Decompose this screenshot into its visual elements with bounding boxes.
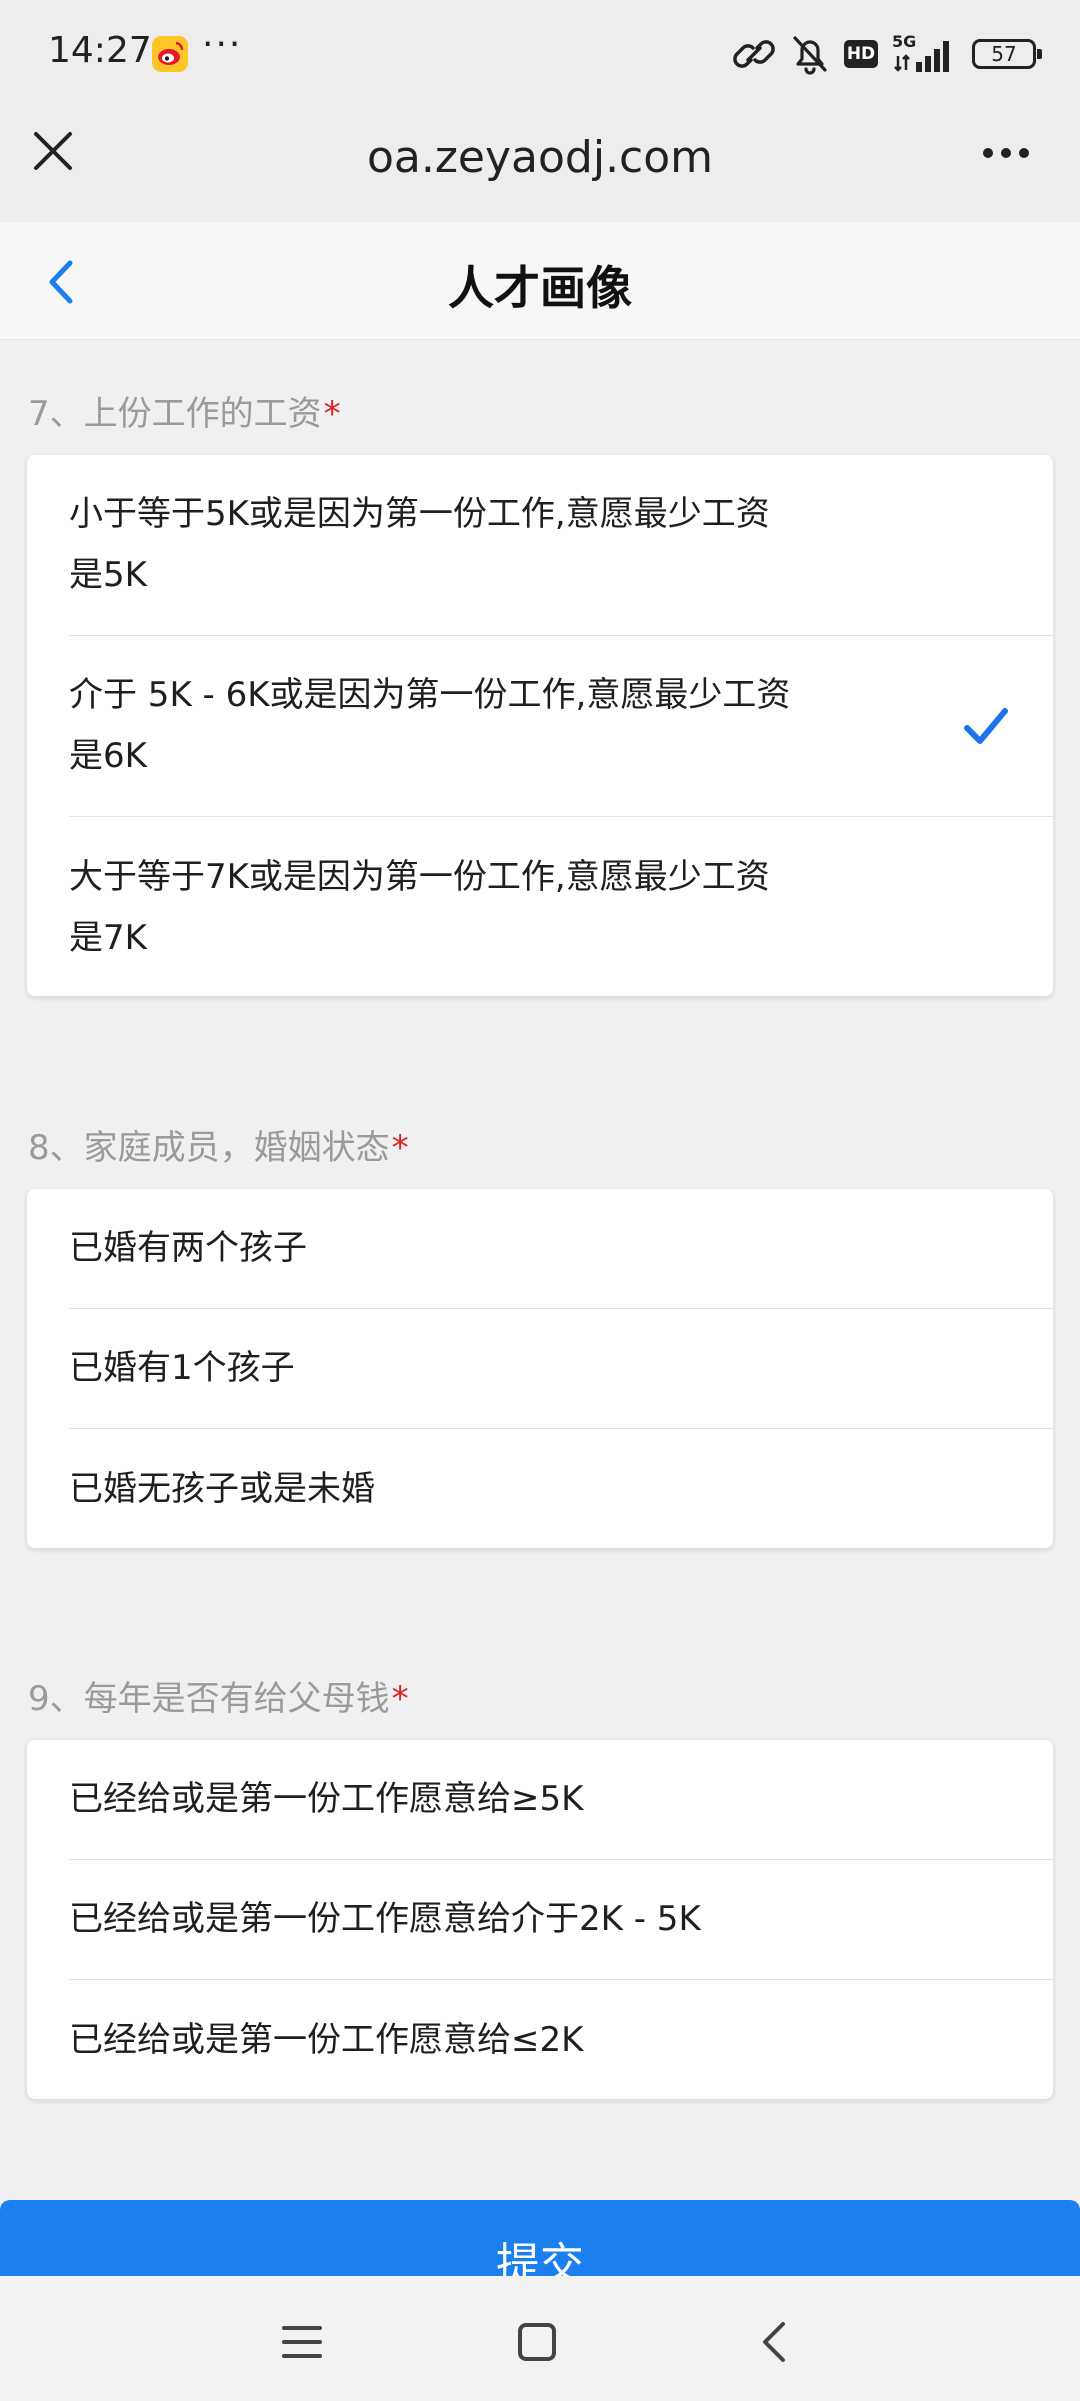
weibo-icon xyxy=(152,36,188,72)
check-icon xyxy=(964,708,1008,744)
screen: 14:27 ··· HD 5G 57 oa.zeyaodj.com 人才画像 7… xyxy=(0,0,1080,2401)
system-nav-bar xyxy=(0,2276,1080,2401)
link-icon xyxy=(733,40,775,68)
home-icon xyxy=(518,2323,556,2361)
option-parents-2k-5k[interactable]: 已经给或是第一份工作愿意给介于2K - 5K xyxy=(69,1860,1053,1980)
question-7-text: 7、上份工作的工资 xyxy=(28,394,322,434)
page-header: 人才画像 xyxy=(0,222,1080,340)
option-parents-over-5k[interactable]: 已经给或是第一份工作愿意给≥5K xyxy=(69,1740,1053,1860)
signal-icon: 5G xyxy=(892,32,958,76)
nav-menu-button[interactable] xyxy=(272,2312,332,2372)
question-9-title: 9、每年是否有给父母钱* xyxy=(28,1671,409,1720)
question-8-options: 已婚有两个孩子 已婚有1个孩子 已婚无孩子或是未婚 xyxy=(27,1189,1053,1548)
nav-home-button[interactable] xyxy=(507,2312,567,2372)
option-parents-under-2k[interactable]: 已经给或是第一份工作愿意给≤2K xyxy=(69,1980,1053,2099)
option-label: 大于等于7K或是因为第一份工作,意愿最少工资 是7K xyxy=(69,856,770,958)
option-married-two-children[interactable]: 已婚有两个孩子 xyxy=(69,1189,1053,1309)
browser-bar: oa.zeyaodj.com xyxy=(0,104,1080,222)
option-label: 已婚无孩子或是未婚 xyxy=(69,1468,375,1509)
option-label: 已婚有两个孩子 xyxy=(69,1228,307,1268)
hd-icon: HD xyxy=(844,40,878,68)
option-label: 已婚有1个孩子 xyxy=(69,1348,295,1388)
option-salary-7k[interactable]: 大于等于7K或是因为第一份工作,意愿最少工资 是7K xyxy=(69,817,1053,996)
question-8-text: 8、家庭成员，婚姻状态 xyxy=(28,1128,390,1168)
status-more-indicator: ··· xyxy=(202,24,243,65)
question-8-title: 8、家庭成员，婚姻状态* xyxy=(28,1120,409,1169)
required-mark: * xyxy=(323,394,341,434)
option-married-one-child[interactable]: 已婚有1个孩子 xyxy=(69,1309,1053,1429)
question-9-options: 已经给或是第一份工作愿意给≥5K 已经给或是第一份工作愿意给介于2K - 5K … xyxy=(27,1740,1053,2099)
back-icon xyxy=(763,2322,785,2362)
option-salary-6k[interactable]: 介于 5K - 6K或是因为第一份工作,意愿最少工资 是6K xyxy=(69,636,1053,817)
menu-icon xyxy=(282,2326,322,2358)
option-salary-5k[interactable]: 小于等于5K或是因为第一份工作,意愿最少工资 是5K xyxy=(69,455,1053,636)
question-7-title: 7、上份工作的工资* xyxy=(28,386,341,435)
question-9-text: 9、每年是否有给父母钱 xyxy=(28,1679,390,1719)
option-label: 已经给或是第一份工作愿意给介于2K - 5K xyxy=(69,1899,701,1939)
option-no-children-or-single[interactable]: 已婚无孩子或是未婚 xyxy=(69,1429,1053,1548)
question-7-options: 小于等于5K或是因为第一份工作,意愿最少工资 是5K 介于 5K - 6K或是因… xyxy=(27,455,1053,996)
required-mark: * xyxy=(391,1128,409,1168)
status-time: 14:27 xyxy=(48,30,152,71)
option-label: 小于等于5K或是因为第一份工作,意愿最少工资 是5K xyxy=(69,494,770,595)
battery-icon: 57 xyxy=(972,39,1042,69)
bell-off-icon xyxy=(793,36,827,75)
required-mark: * xyxy=(391,1679,409,1719)
option-label: 已经给或是第一份工作愿意给≥5K xyxy=(69,1779,584,1819)
more-button[interactable] xyxy=(976,128,1036,178)
url-display: oa.zeyaodj.com xyxy=(366,132,714,183)
page-title: 人才画像 xyxy=(448,261,632,315)
option-label: 已经给或是第一份工作愿意给≤2K xyxy=(69,2019,584,2060)
nav-back-button[interactable] xyxy=(744,2312,804,2372)
status-icons: HD 5G 57 xyxy=(732,32,1042,76)
option-label: 介于 5K - 6K或是因为第一份工作,意愿最少工资 是6K xyxy=(69,675,791,776)
more-icon xyxy=(983,148,993,158)
status-bar: 14:27 ··· HD 5G 57 xyxy=(0,0,1080,104)
